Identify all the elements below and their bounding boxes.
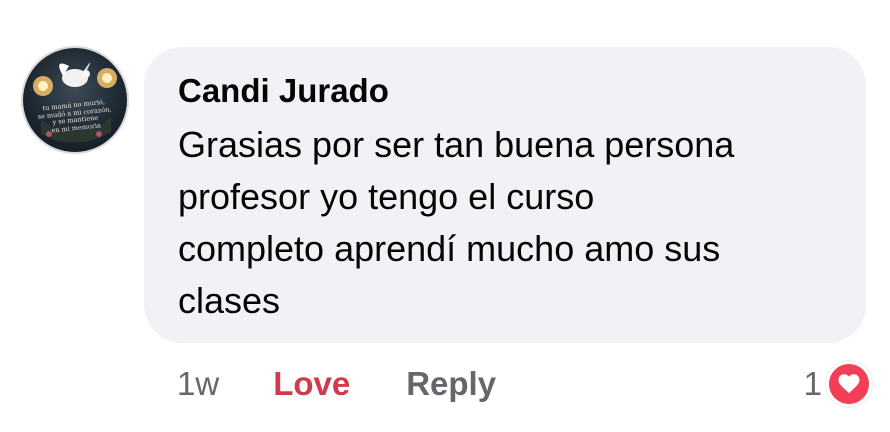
comment-author[interactable]: Candi Jurado — [178, 71, 832, 111]
comment-bubble: Candi Jurado Grasias por ser tan buena p… — [144, 47, 866, 343]
avatar[interactable]: tu mamá no murió, se mudó a mi corazón, … — [23, 48, 127, 152]
reply-button[interactable]: Reply — [406, 365, 496, 403]
reaction-summary[interactable]: 1 — [804, 360, 872, 408]
comment-text: Grasias por ser tan buena persona profes… — [178, 124, 735, 321]
reaction-count: 1 — [803, 365, 822, 402]
love-reaction-button[interactable]: Love — [273, 365, 350, 403]
heart-icon — [826, 361, 872, 407]
comment-actions: 1w Love Reply — [177, 360, 496, 408]
comment-timestamp[interactable]: 1w — [177, 365, 219, 403]
comment: tu mamá no murió, se mudó a mi corazón, … — [0, 0, 890, 432]
